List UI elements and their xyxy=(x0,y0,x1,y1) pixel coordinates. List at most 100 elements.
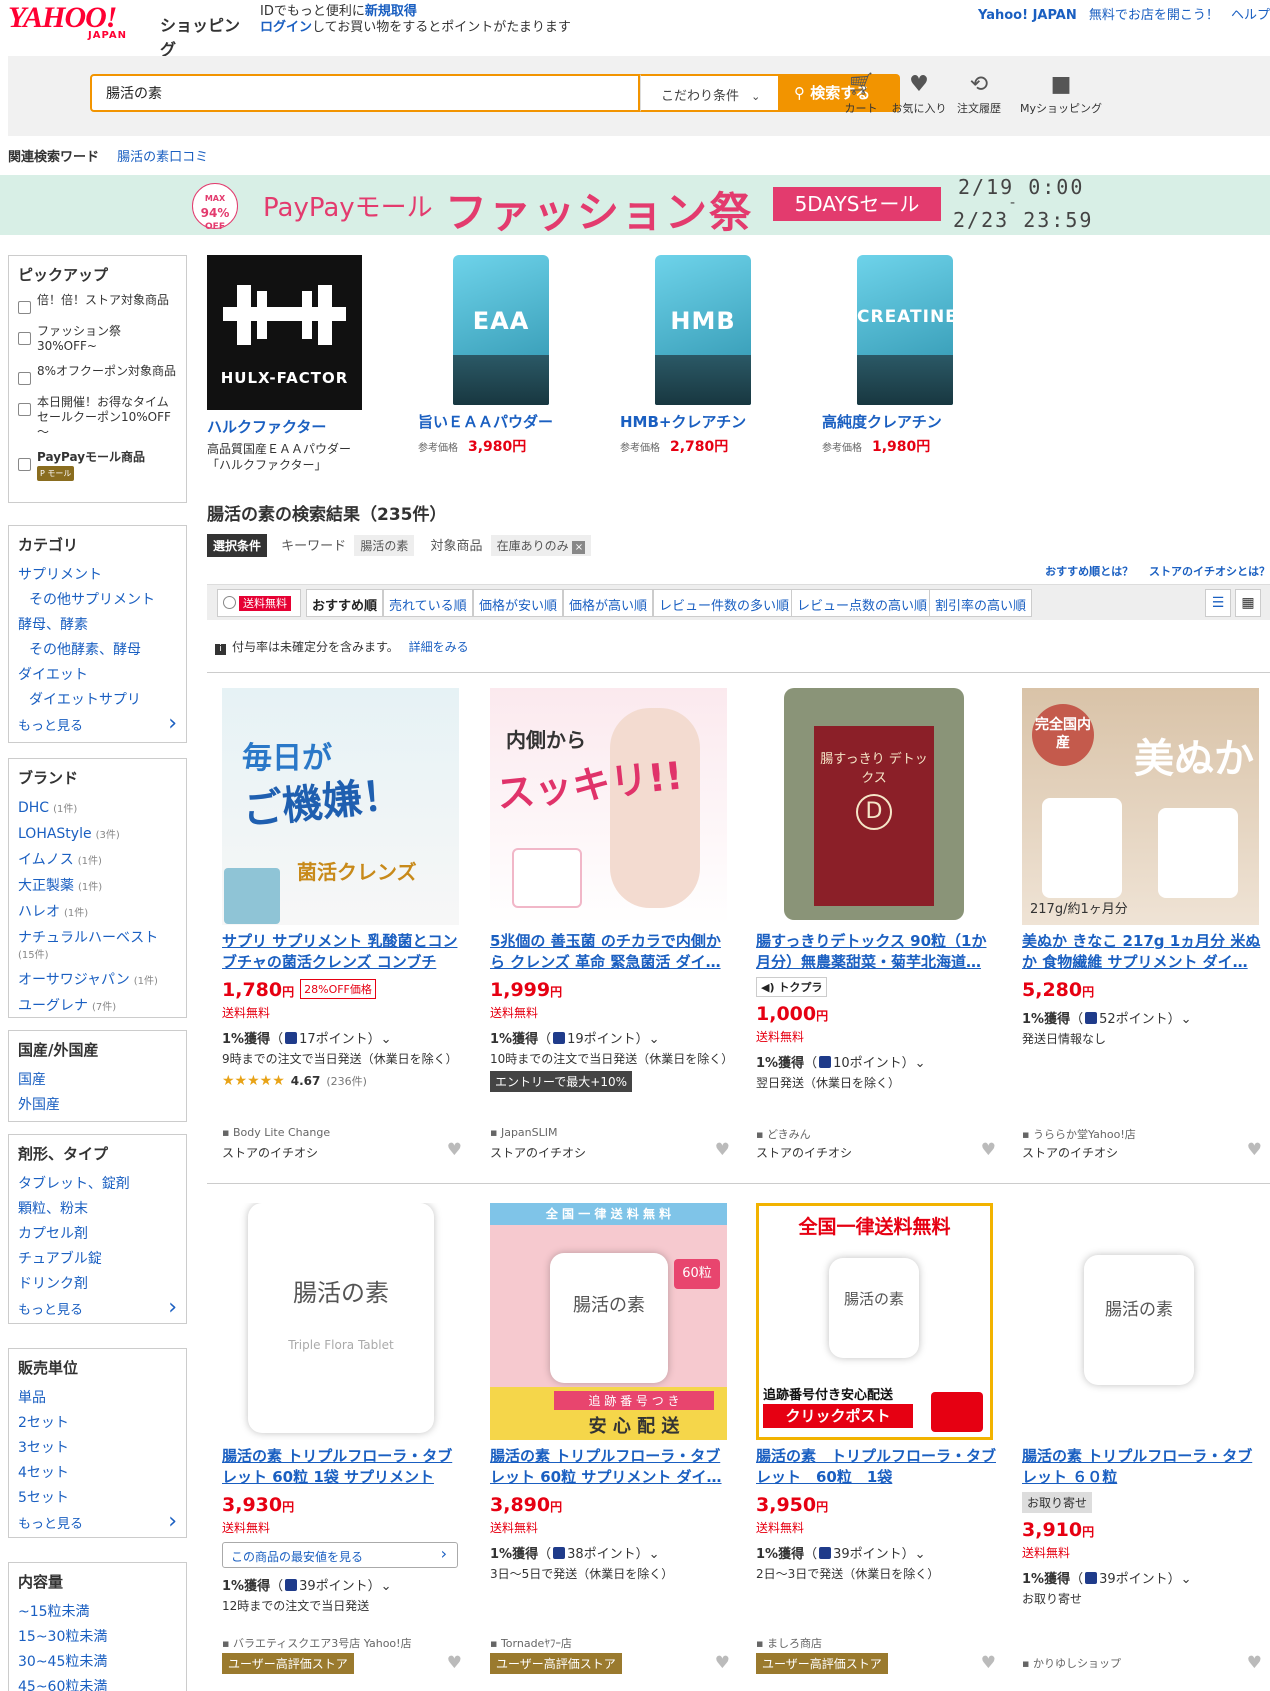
unit-link[interactable]: 3セット xyxy=(18,1436,177,1461)
pickup-item[interactable]: PayPayモール商品 P モール xyxy=(18,450,177,481)
kodawari-dropdown[interactable]: こだわり条件 ⌄ xyxy=(640,74,780,112)
free-shipping-filter[interactable]: 送料無料 xyxy=(217,589,301,617)
lowest-price-button[interactable]: この商品の最安値を見る xyxy=(222,1542,458,1568)
points-row[interactable]: 1%獲得（ 38ポイント）⌄ xyxy=(490,1543,730,1562)
brand-link[interactable]: DHC (1件) xyxy=(18,796,177,822)
category-more-link[interactable]: もっと見る xyxy=(18,710,177,741)
pickup-item[interactable]: 本日開催！お得なタイムセールクーポン10%OFF～ xyxy=(18,395,177,440)
product-image[interactable]: 完全国内産 美ぬか 217g/約1ヶ月分 xyxy=(1022,688,1259,925)
seller-name[interactable]: ▪ かりゆしショップ xyxy=(1022,1655,1121,1671)
seller-name[interactable]: ▪ JapanSLIM xyxy=(490,1126,557,1139)
store-pick-help-link[interactable]: ストアのイチオシとは？ xyxy=(1149,565,1270,578)
amount-link[interactable]: ~15粒未満 xyxy=(18,1600,177,1625)
detail-link[interactable]: 詳細をみる xyxy=(409,640,469,654)
category-link[interactable]: 酵母、酵素 xyxy=(18,613,177,638)
brand-link[interactable]: イムノス (1件) xyxy=(18,848,177,874)
product-image[interactable]: 腸活の素 Triple Flora Tablet xyxy=(222,1203,459,1440)
product-title[interactable]: 腸活の素 トリプルフローラ・タブレット 60粒 サプリメント ダイ… xyxy=(490,1446,730,1488)
yahoo-shopping-logo[interactable]: YAHOO! JAPAN ショッピング xyxy=(8,3,248,60)
product-image[interactable]: 全 国 一 律 送 料 無 料 腸活の素 60粒 追 跡 番 号 つ き 安 心… xyxy=(490,1203,727,1440)
close-icon[interactable]: × xyxy=(572,541,586,554)
product-card[interactable]: 腸すっきり デトックス D 腸すっきりデトックス 90粒（1か月分）無農薬甜菜・… xyxy=(756,688,996,1160)
featured-item[interactable]: HULX-FACTOR ハルクファクター 高品質国産ＥＡＡパウダー「ハルクファク… xyxy=(207,255,367,473)
product-title[interactable]: 腸すっきりデトックス 90粒（1か月分）無農薬甜菜・菊芋北海道… xyxy=(756,931,996,973)
product-title[interactable]: サプリ サプリメント 乳酸菌とコンブチャの菌活クレンズ コンブチャ… xyxy=(222,931,462,973)
brand-link[interactable]: ハレオ (1件) xyxy=(18,900,177,926)
points-row[interactable]: 1%獲得（ 39ポイント）⌄ xyxy=(756,1543,996,1562)
eaa-pouch-image[interactable]: EAA xyxy=(453,255,549,405)
origin-link[interactable]: 国産 xyxy=(18,1068,177,1093)
checkbox[interactable] xyxy=(18,332,31,345)
featured-name[interactable]: 高純度クレアチン xyxy=(822,411,992,432)
order-history-button[interactable]: ⟲ 注文履歴 xyxy=(950,70,1008,116)
heart-icon[interactable]: ♥ xyxy=(715,1653,730,1673)
product-card[interactable]: 完全国内産 美ぬか 217g/約1ヶ月分 美ぬか きなこ 217g 1ヵ月分 米… xyxy=(1022,688,1262,1160)
checkbox[interactable] xyxy=(18,458,31,471)
points-row[interactable]: 1%獲得（ 10ポイント）⌄ xyxy=(756,1052,996,1071)
heart-icon[interactable]: ♥ xyxy=(1247,1140,1262,1160)
unit-link[interactable]: 4セット xyxy=(18,1461,177,1486)
creatine-pouch-image[interactable]: CREATINE xyxy=(857,255,953,405)
open-store-link[interactable]: 無料でお店を開こう！ xyxy=(1089,8,1219,23)
cond-target[interactable]: 在庫ありのみ × xyxy=(490,535,592,556)
points-row[interactable]: 1%獲得（ 52ポイント）⌄ xyxy=(1022,1008,1262,1027)
featured-item[interactable]: EAA 旨いＥＡＡパウダー 参考価格 3,980円 xyxy=(418,255,588,456)
amount-link[interactable]: 15~30粒未満 xyxy=(18,1625,177,1650)
search-input[interactable] xyxy=(92,76,638,110)
product-image[interactable]: 腸活の素 xyxy=(1022,1203,1259,1440)
help-link[interactable]: ヘルプ xyxy=(1231,8,1270,23)
featured-name[interactable]: HMB+クレアチン xyxy=(620,411,790,432)
product-title[interactable]: 腸活の素 トリプルフローラ・タブレット ６０粒 xyxy=(1022,1446,1262,1488)
sort-review-score[interactable]: レビュー点数の高い順 xyxy=(791,589,934,617)
seller-name[interactable]: ▪ Tornadeﾔﾌｰ店 xyxy=(490,1635,572,1651)
featured-name[interactable]: ハルクファクター xyxy=(207,416,367,437)
yahoo-japan-link[interactable]: Yahoo! JAPAN xyxy=(978,8,1077,23)
checkbox[interactable] xyxy=(18,372,31,385)
heart-icon[interactable]: ♥ xyxy=(981,1653,996,1673)
product-image[interactable]: 毎日が ご機嫌！ 菌活クレンズ xyxy=(222,688,459,925)
product-image[interactable]: 内側から スッキリ!! xyxy=(490,688,727,925)
radio[interactable] xyxy=(223,596,236,609)
product-card[interactable]: 腸活の素 腸活の素 トリプルフローラ・タブレット ６０粒 お取り寄せ 3,910… xyxy=(1022,1203,1262,1673)
login-link[interactable]: ログイン xyxy=(260,20,312,35)
product-title[interactable]: 美ぬか きなこ 217g 1ヵ月分 米ぬか 食物繊維 サプリメント ダイ… xyxy=(1022,931,1262,973)
sort-discount[interactable]: 割引率の高い順 xyxy=(929,589,1033,617)
brand-link[interactable]: 大正製薬 (1件) xyxy=(18,874,177,900)
unit-link[interactable]: 5セット xyxy=(18,1486,177,1511)
favorites-button[interactable]: ♥ お気に入り xyxy=(890,70,948,116)
heart-icon[interactable]: ♥ xyxy=(981,1140,996,1160)
brand-link[interactable]: ユーグレナ (7件) xyxy=(18,994,177,1020)
grid-view-icon[interactable]: ▦ xyxy=(1235,589,1261,617)
my-shopping-button[interactable]: ■ Myショッピング xyxy=(1016,70,1106,116)
featured-item[interactable]: CREATINE 高純度クレアチン 参考価格 1,980円 xyxy=(822,255,992,456)
checkbox[interactable] xyxy=(18,301,31,314)
product-title[interactable]: 5兆個の 善玉菌 のチカラで内側から クレンズ 革命 緊急菌活 ダイ… xyxy=(490,931,730,973)
category-link[interactable]: その他酵素、酵母 xyxy=(18,638,177,663)
category-link[interactable]: ダイエットサプリ xyxy=(18,688,177,713)
unit-link[interactable]: 単品 xyxy=(18,1386,177,1411)
category-link[interactable]: サプリメント xyxy=(18,563,177,588)
form-link[interactable]: チュアブル錠 xyxy=(18,1247,177,1272)
form-link[interactable]: タブレット、錠剤 xyxy=(18,1172,177,1197)
unit-more-link[interactable]: もっと見る xyxy=(18,1508,177,1539)
product-title[interactable]: 腸活の素 トリプルフローラ・タブレット 60粒 1袋 xyxy=(756,1446,996,1488)
sort-price-desc[interactable]: 価格が高い順 xyxy=(563,589,654,617)
hulx-factor-logo[interactable]: HULX-FACTOR xyxy=(207,255,362,410)
origin-link[interactable]: 外国産 xyxy=(18,1093,177,1118)
brand-link[interactable]: LOHAStyle (3件) xyxy=(18,822,177,848)
amount-link[interactable]: 45~60粒未満 xyxy=(18,1675,177,1691)
heart-icon[interactable]: ♥ xyxy=(715,1140,730,1160)
featured-name[interactable]: 旨いＥＡＡパウダー xyxy=(418,411,588,432)
form-link[interactable]: 顆粒、粉末 xyxy=(18,1197,177,1222)
pickup-item[interactable]: ファッション祭30%OFF~ xyxy=(18,324,177,354)
seller-name[interactable]: ▪ Body Lite Change xyxy=(222,1126,330,1139)
heart-icon[interactable]: ♥ xyxy=(447,1140,462,1160)
product-image[interactable]: 全国一律送料無料 腸活の素 追跡番号付き安心配送 クリックポスト xyxy=(756,1203,993,1440)
sort-price-asc[interactable]: 価格が安い順 xyxy=(473,589,564,617)
category-link[interactable]: その他サプリメント xyxy=(18,588,177,613)
heart-icon[interactable]: ♥ xyxy=(1247,1653,1262,1673)
points-row[interactable]: 1%獲得（ 19ポイント）⌄ xyxy=(490,1028,730,1047)
hmb-pouch-image[interactable]: HMB xyxy=(655,255,751,405)
category-link[interactable]: ダイエット xyxy=(18,663,177,688)
sort-review-count[interactable]: レビュー件数の多い順 xyxy=(653,589,796,617)
